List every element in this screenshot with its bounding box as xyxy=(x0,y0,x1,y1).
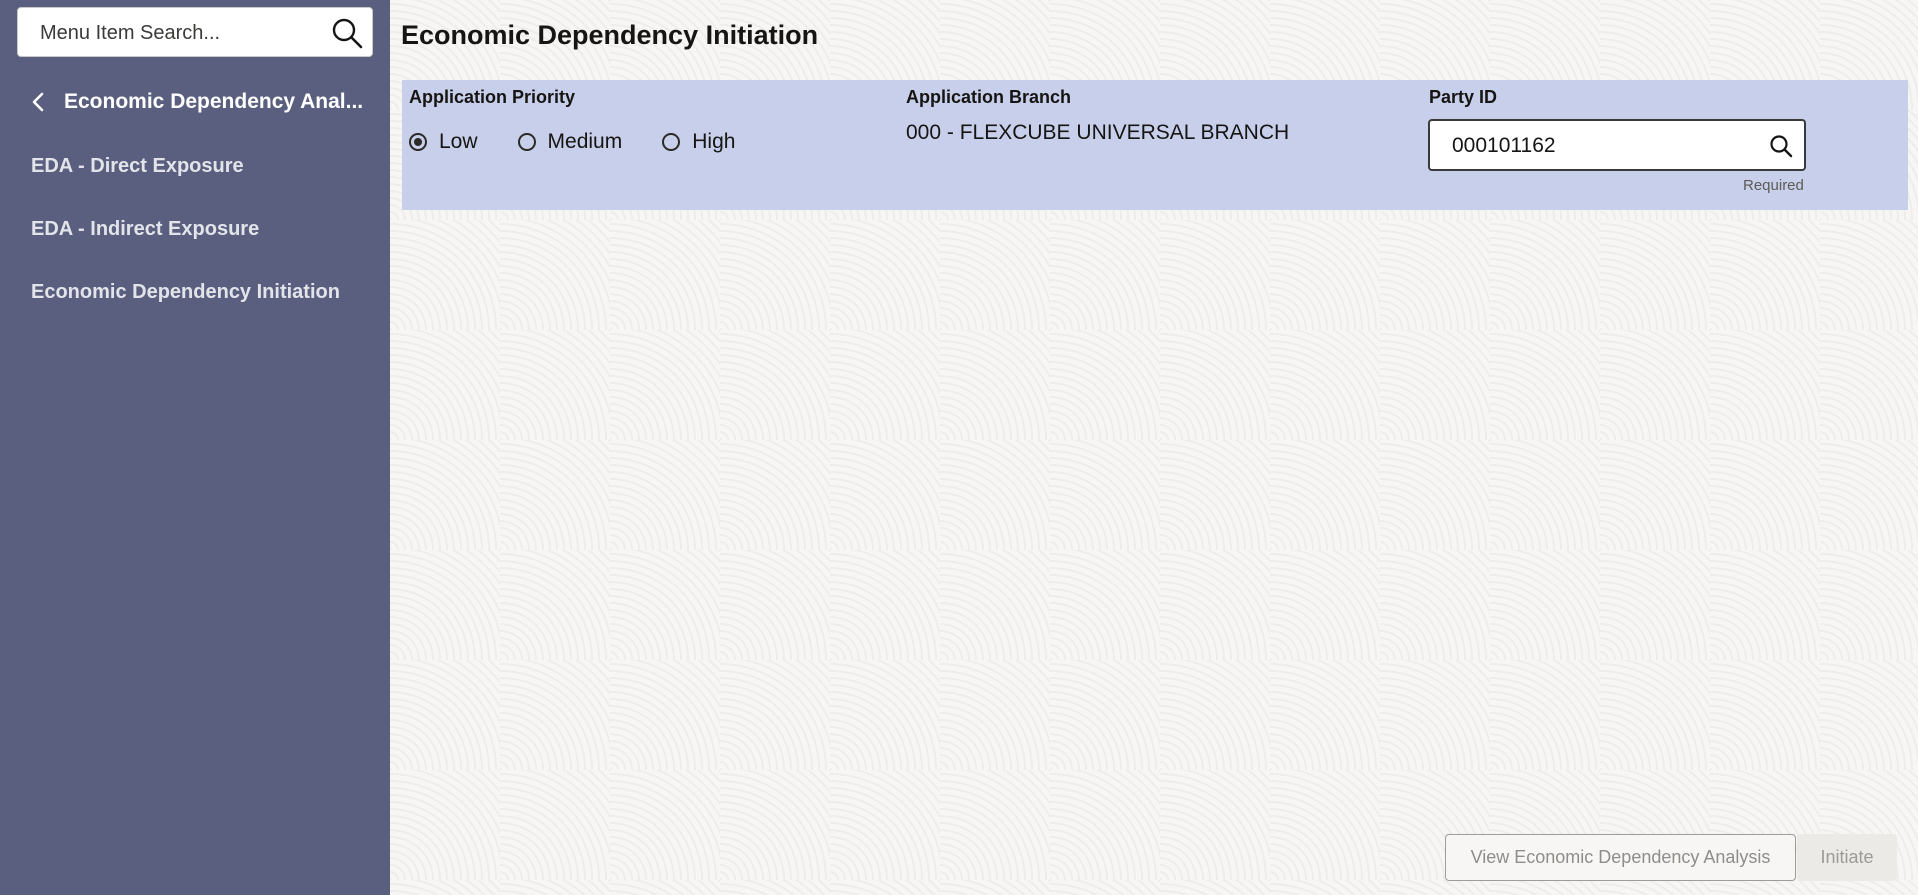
search-icon[interactable] xyxy=(1768,133,1794,159)
nav-back-button[interactable]: Economic Dependency Anal... xyxy=(28,86,373,118)
sidebar: Economic Dependency Anal... EDA - Direct… xyxy=(0,0,390,895)
priority-radio-low[interactable]: Low xyxy=(409,130,478,154)
nav-back-label: Economic Dependency Anal... xyxy=(64,90,364,113)
priority-option-label: Medium xyxy=(547,130,623,153)
party-id-label: Party ID xyxy=(1429,87,1498,107)
radio-unchecked-icon xyxy=(662,133,681,151)
sidebar-item-eda-indirect-exposure[interactable]: EDA - Indirect Exposure xyxy=(31,213,371,245)
initiate-button[interactable]: Initiate xyxy=(1797,834,1897,881)
priority-radio-group: Low Medium High xyxy=(409,127,775,157)
priority-label: Application Priority xyxy=(409,87,576,107)
view-economic-dependency-analysis-button[interactable]: View Economic Dependency Analysis xyxy=(1445,834,1796,881)
party-id-required-hint: Required xyxy=(1743,177,1804,194)
search-icon[interactable] xyxy=(330,16,364,50)
priority-option-label: Low xyxy=(439,130,478,153)
radio-checked-icon xyxy=(409,133,427,151)
priority-radio-medium[interactable]: Medium xyxy=(517,130,623,154)
radio-unchecked-icon xyxy=(517,133,536,151)
sidebar-item-eda-direct-exposure[interactable]: EDA - Direct Exposure xyxy=(31,150,371,182)
priority-option-label: High xyxy=(692,130,736,153)
priority-radio-high[interactable]: High xyxy=(662,130,735,154)
menu-search-input[interactable] xyxy=(38,8,332,58)
party-id-input[interactable] xyxy=(1450,121,1754,171)
branch-value: 000 - FLEXCUBE UNIVERSAL BRANCH xyxy=(906,121,1290,144)
page-title: Economic Dependency Initiation xyxy=(401,20,819,50)
menu-search-box xyxy=(17,7,373,58)
party-id-field xyxy=(1428,119,1806,171)
sidebar-item-economic-dependency-initiation[interactable]: Economic Dependency Initiation xyxy=(31,276,371,308)
chevron-left-icon xyxy=(28,91,50,113)
branch-label: Application Branch xyxy=(906,87,1072,107)
